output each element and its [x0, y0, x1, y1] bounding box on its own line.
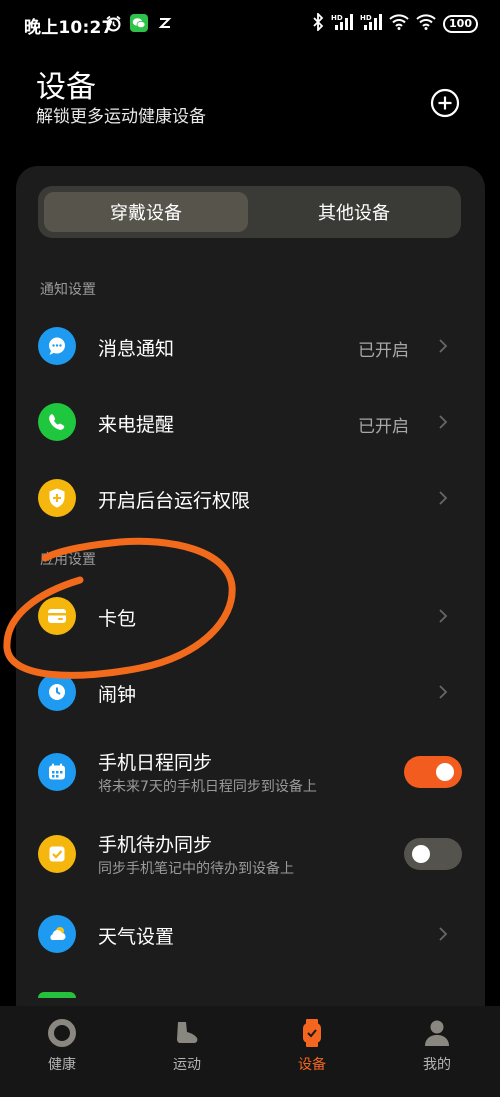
status-right-icons: HD HD 100 — [312, 11, 478, 35]
page-subtitle: 解锁更多运动健康设备 — [36, 107, 206, 127]
link-status-icon — [156, 14, 174, 32]
chevron-right-icon — [439, 685, 448, 699]
toggle-knob — [412, 845, 430, 863]
chevron-right-icon — [439, 927, 448, 941]
bluetooth-icon — [312, 11, 324, 35]
nav-health[interactable]: 健康 — [17, 1018, 107, 1088]
row-calls[interactable]: 来电提醒 已开启 — [16, 384, 485, 460]
alarm-status-icon — [104, 14, 122, 32]
row-background-title: 开启后台运行权限 — [98, 490, 251, 512]
row-todo-desc: 同步手机笔记中的待办到设备上 — [98, 861, 294, 877]
row-messages[interactable]: 消息通知 已开启 — [16, 308, 485, 384]
calendar-sync-toggle[interactable] — [404, 756, 462, 788]
row-weather[interactable]: 天气设置 — [16, 896, 485, 972]
row-alarm[interactable]: 闹钟 — [16, 654, 485, 730]
row-calls-title: 来电提醒 — [98, 414, 175, 436]
nav-device-label: 设备 — [298, 1057, 326, 1073]
nav-sport[interactable]: 运动 — [142, 1018, 232, 1088]
device-screen: 晚上10:27 HD HD 100 设备 解锁更多运动健康设备 穿戴设备 其他设… — [0, 0, 500, 1097]
battery-indicator: 100 — [443, 15, 478, 33]
row-calendar-sync: 手机日程同步 将未来7天的手机日程同步到设备上 — [16, 732, 485, 812]
shoe-icon — [177, 1022, 198, 1043]
nav-device[interactable]: 设备 — [267, 1018, 357, 1088]
nav-health-label: 健康 — [48, 1057, 76, 1073]
clock-icon — [38, 673, 76, 711]
nav-me-label: 我的 — [423, 1057, 451, 1073]
section-app-label: 应用设置 — [40, 552, 96, 568]
next-row-icon-partial — [38, 992, 76, 998]
wifi-icon — [389, 14, 409, 34]
chevron-right-icon — [439, 609, 448, 623]
row-calendar-desc: 将未来7天的手机日程同步到设备上 — [98, 779, 317, 795]
row-wallet[interactable]: 卡包 — [16, 578, 485, 654]
message-bubble-icon — [38, 327, 76, 365]
signal-hd-icon-2: HD — [360, 13, 383, 35]
page-title: 设备 — [36, 70, 96, 105]
wifi-icon-2 — [416, 14, 436, 34]
svg-text:HD: HD — [360, 14, 372, 22]
watch-icon — [303, 1019, 321, 1047]
row-calls-status: 已开启 — [358, 417, 409, 437]
row-calendar-title: 手机日程同步 — [98, 752, 213, 774]
nav-me[interactable]: 我的 — [392, 1018, 482, 1088]
weather-icon — [38, 915, 76, 953]
row-messages-title: 消息通知 — [98, 338, 175, 360]
signal-hd-icon: HD — [331, 13, 354, 35]
chevron-right-icon — [439, 415, 448, 429]
status-time: 晚上10:27 — [24, 18, 114, 38]
todo-sync-toggle[interactable] — [404, 838, 462, 870]
wechat-status-icon — [130, 14, 148, 32]
calendar-icon — [38, 753, 76, 791]
phone-icon — [38, 403, 76, 441]
row-todo-title: 手机待办同步 — [98, 834, 213, 856]
status-bar: 晚上10:27 HD HD 100 — [0, 0, 500, 50]
checkbox-icon — [38, 835, 76, 873]
tab-wearables[interactable]: 穿戴设备 — [44, 192, 248, 232]
add-device-button[interactable] — [430, 88, 460, 118]
card-icon — [38, 597, 76, 635]
toggle-knob — [436, 763, 454, 781]
svg-text:HD: HD — [331, 14, 343, 22]
person-icon — [425, 1020, 449, 1046]
row-weather-title: 天气设置 — [98, 926, 175, 948]
status-left-icons — [104, 14, 174, 32]
row-background-permission[interactable]: 开启后台运行权限 — [16, 460, 485, 536]
settings-card: 穿戴设备 其他设备 通知设置 消息通知 已开启 来电提醒 已开启 开启后台运行权… — [16, 166, 485, 1026]
row-messages-status: 已开启 — [358, 341, 409, 361]
device-type-segment: 穿戴设备 其他设备 — [38, 186, 461, 238]
plus-circle-icon — [430, 88, 460, 118]
health-ring-icon — [48, 1019, 76, 1047]
tab-other-devices[interactable]: 其他设备 — [252, 192, 456, 232]
chevron-right-icon — [439, 339, 448, 353]
chevron-right-icon — [439, 491, 448, 505]
section-notify-label: 通知设置 — [40, 282, 96, 298]
row-todo-sync: 手机待办同步 同步手机笔记中的待办到设备上 — [16, 814, 485, 894]
shield-icon — [38, 479, 76, 517]
row-wallet-title: 卡包 — [98, 608, 137, 630]
row-alarm-title: 闹钟 — [98, 684, 137, 706]
bottom-nav: 健康 运动 设备 我的 — [0, 1006, 500, 1097]
nav-sport-label: 运动 — [173, 1057, 201, 1073]
